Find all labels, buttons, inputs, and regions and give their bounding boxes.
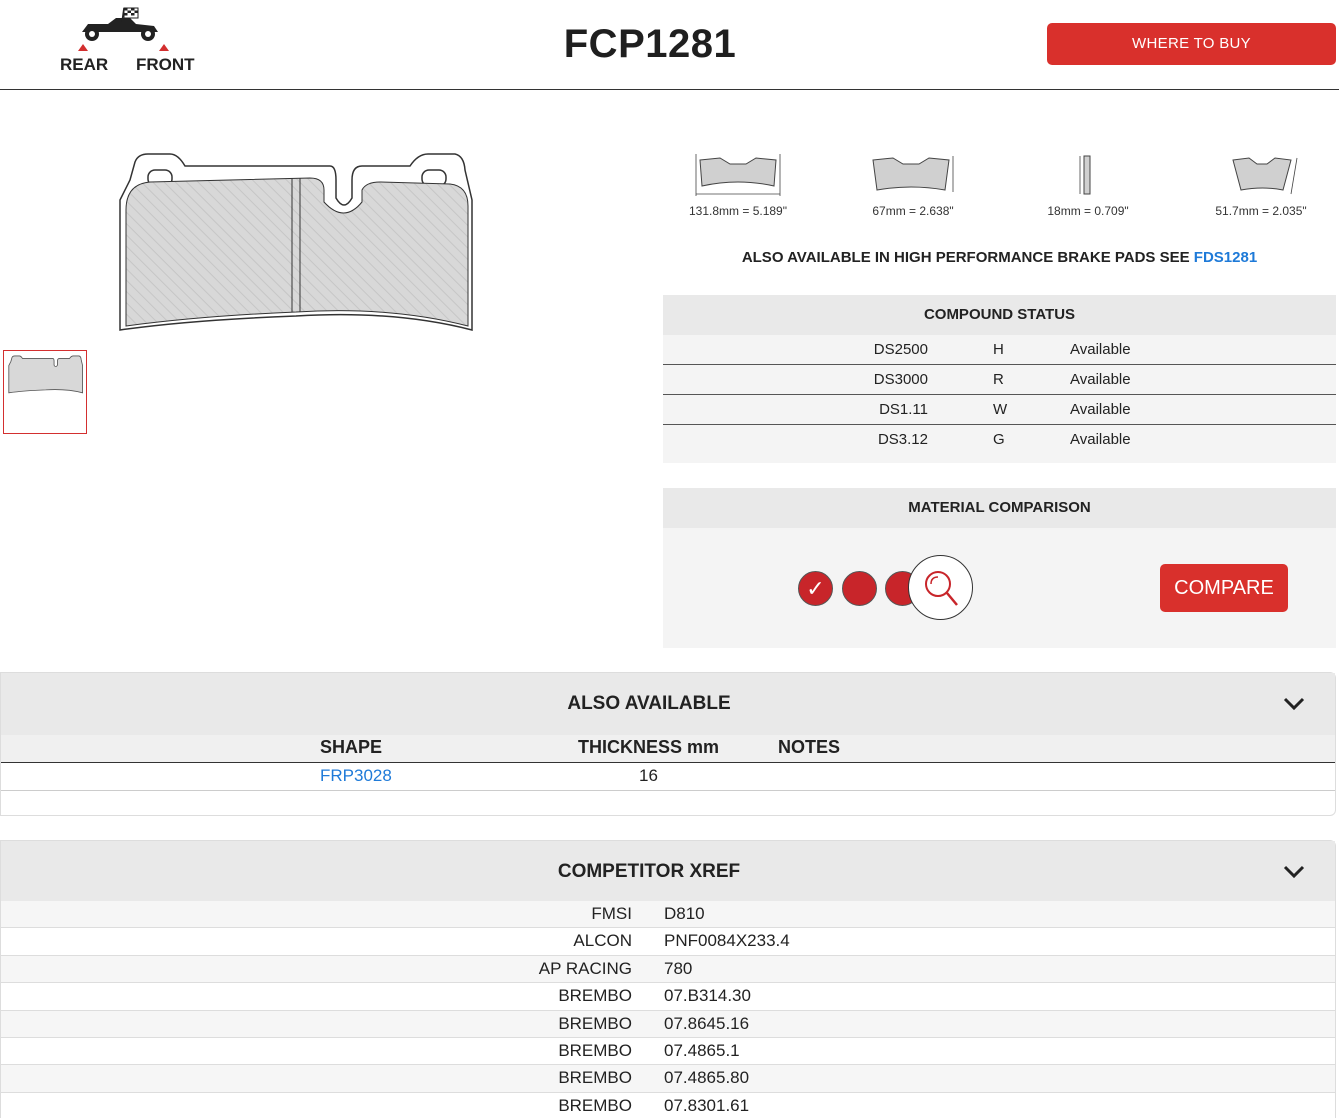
material-option-selected[interactable]: ✓ [798, 571, 833, 606]
xref-brand: BREMBO [558, 1068, 632, 1088]
competitor-xref-panel: COMPETITOR XREF FMSI D810 ALCON PNF0084X23… [0, 840, 1336, 1118]
dimension-width-value: 51.7mm = 2.035" [1215, 204, 1307, 218]
xref-row: BREMBO 07.8301.61 [1, 1093, 1335, 1118]
magnify-icon [925, 571, 958, 606]
xref-brand: BREMBO [558, 1040, 632, 1060]
where-to-buy-button[interactable]: WHERE TO BUY [1047, 23, 1336, 65]
also-available-title: ALSO AVAILABLE [567, 693, 731, 714]
compound-name: DS2500 [873, 341, 928, 358]
chevron-down-icon[interactable] [1281, 859, 1307, 885]
column-thickness: THICKNESS mm [578, 737, 720, 757]
xref-brand: BREMBO [558, 1095, 632, 1115]
thumbnail-brake-pad[interactable] [3, 350, 87, 434]
competitor-xref-title: COMPETITOR XREF [557, 861, 741, 882]
compound-status: Available [1070, 401, 1131, 418]
pad-height-icon [872, 156, 954, 192]
magnify-button[interactable] [908, 555, 973, 620]
material-comparison-panel: MATERIAL COMPARISON ✓ COMPARE [663, 488, 1336, 648]
xref-row: BREMBO 07.4865.1 [1, 1038, 1335, 1066]
compound-name: DS3000 [873, 371, 928, 388]
also-available-header[interactable]: ALSO AVAILABLE [1, 673, 1335, 735]
dimension-thickness-value: 18mm = 0.709" [1047, 204, 1129, 218]
xref-row: BREMBO 07.8645.16 [1, 1010, 1335, 1038]
xref-brand: BREMBO [558, 986, 632, 1006]
compound-status: Available [1070, 341, 1131, 358]
compound-row: DS3000 R Available [663, 365, 1336, 395]
xref-row: AP RACING 780 [1, 955, 1335, 984]
xref-brand: ALCON [573, 931, 632, 951]
header: REAR FRONT FCP1281 WHERE TO BUY [0, 0, 1339, 90]
xref-part: PNF0084X233.4 [664, 931, 790, 951]
xref-row: BREMBO 07.B314.30 [1, 983, 1335, 1011]
dimension-thickness: 18mm = 0.709" [1013, 150, 1163, 218]
xref-brand: FMSI [591, 904, 632, 923]
xref-row: ALCON PNF0084X233.4 [1, 928, 1335, 956]
compound-code: G [993, 431, 1005, 448]
xref-part: 07.8645.16 [664, 1013, 750, 1033]
xref-brand: BREMBO [558, 1013, 632, 1033]
compound-row: DS1.11 W Available [663, 395, 1336, 425]
competitor-xref-header[interactable]: COMPETITOR XREF [1, 841, 1335, 901]
dimension-height: 67mm = 2.638" [838, 150, 988, 218]
compound-status: Available [1070, 431, 1131, 448]
high-performance-notice: ALSO AVAILABLE IN HIGH PERFORMANCE BRAKE… [663, 249, 1336, 266]
also-available-columns: SHAPE THICKNESS mm NOTES [1, 735, 1335, 763]
compare-button[interactable]: COMPARE [1160, 564, 1288, 612]
shape-link[interactable]: FRP3028 [320, 766, 392, 785]
pad-thickness-icon [1079, 155, 1091, 195]
compound-name: DS3.12 [877, 431, 928, 448]
dimension-width: 51.7mm = 2.035" [1186, 150, 1336, 218]
material-comparison-title: MATERIAL COMPARISON [663, 488, 1336, 528]
thickness-value: 16 [639, 766, 658, 785]
check-icon: ✓ [806, 576, 825, 601]
column-notes: NOTES [778, 737, 841, 757]
compound-status-title: COMPOUND STATUS [663, 295, 1336, 335]
compound-code: R [993, 371, 1004, 388]
brake-pad-image [119, 153, 473, 331]
dimension-length: 131.8mm = 5.189" [663, 150, 813, 218]
compound-row: DS2500 H Available [663, 335, 1336, 365]
dimension-length-value: 131.8mm = 5.189" [689, 204, 787, 218]
xref-part: D810 [664, 904, 705, 923]
xref-part: 07.4865.1 [664, 1040, 740, 1060]
xref-part: 07.4865.80 [664, 1068, 750, 1088]
dimension-height-value: 67mm = 2.638" [872, 204, 954, 218]
xref-row: FMSI D810 [1, 901, 1335, 929]
chevron-down-icon[interactable] [1281, 691, 1307, 717]
xref-brand: AP RACING [538, 958, 632, 978]
pad-length-icon [695, 154, 781, 196]
xref-part: 07.B314.30 [664, 986, 751, 1006]
dimensions-strip: 131.8mm = 5.189" 67mm = 2.638" 18mm = 0.… [663, 150, 1336, 230]
xref-list: FMSI D810 ALCON PNF0084X233.4 AP RACING 780… [1, 901, 1335, 1118]
table-row: FRP3028 16 [1, 763, 1335, 791]
compound-code: W [993, 401, 1008, 418]
pad-width-icon [1232, 157, 1298, 195]
compound-code: H [993, 341, 1004, 358]
column-shape: SHAPE [320, 737, 383, 757]
also-available-panel: ALSO AVAILABLE SHAPE THICKNESS mm NOTES … [0, 672, 1336, 816]
compound-name: DS1.11 [879, 401, 928, 418]
xref-part: 07.8301.61 [664, 1095, 750, 1115]
xref-row: BREMBO 07.4865.80 [1, 1065, 1335, 1093]
compound-status-panel: COMPOUND STATUS DS2500 H Available DS300… [663, 295, 1336, 463]
high-performance-text: ALSO AVAILABLE IN HIGH PERFORMANCE BRAKE… [741, 249, 1194, 266]
xref-part: 780 [664, 958, 693, 978]
fds-link[interactable]: FDS1281 [1194, 249, 1257, 266]
compound-row: DS3.12 G Available [663, 425, 1336, 455]
compound-status: Available [1070, 371, 1131, 388]
material-option[interactable] [842, 571, 877, 606]
